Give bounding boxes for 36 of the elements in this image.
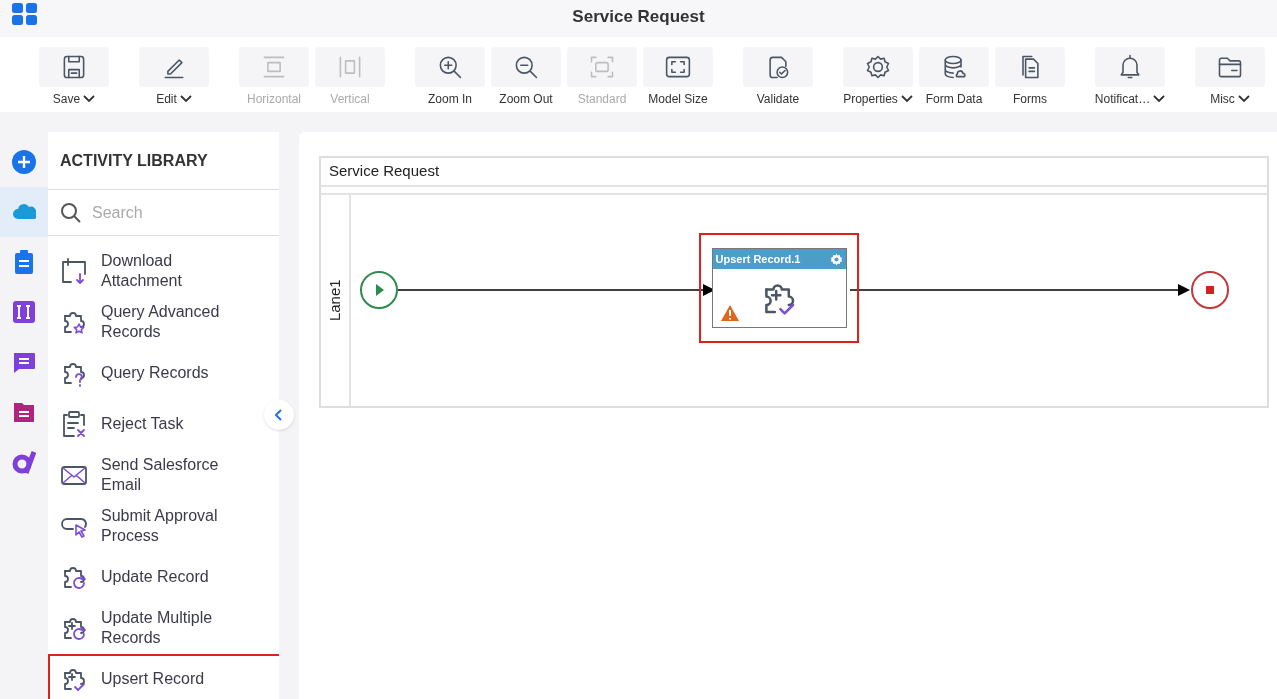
start-event: [360, 271, 398, 309]
window-title: Service Request: [572, 5, 705, 28]
chevron-down-icon: [1153, 95, 1166, 103]
pool-title: Service Request: [321, 158, 1267, 187]
activity-item[interactable]: Reject Task: [48, 398, 279, 450]
end-event: [1191, 271, 1229, 309]
activity-item[interactable]: Update Record: [48, 551, 279, 603]
chat-icon: [12, 350, 36, 374]
panel-title: ACTIVITY LIBRARY: [48, 132, 279, 191]
calendar-download-icon: [59, 256, 89, 287]
activity-item[interactable]: Download Attachment: [48, 245, 279, 297]
activity-item[interactable]: Upsert Record: [48, 653, 279, 699]
chevron-down-icon: [1237, 95, 1250, 103]
activity-item[interactable]: Query Records: [48, 347, 279, 399]
chevron-left-icon: [274, 408, 284, 422]
search-field[interactable]: Search: [92, 200, 242, 225]
lane-label: Lane1: [324, 279, 344, 322]
clipboard-icon: [12, 250, 36, 274]
activity-item[interactable]: Submit Approval Process: [48, 500, 279, 552]
folder-doc-icon: [12, 400, 36, 424]
brand-logo-icon: [12, 450, 36, 474]
chevron-down-icon: [83, 95, 96, 103]
gear-icon: [864, 53, 892, 81]
columns-icon: [12, 300, 36, 324]
chevron-down-icon: [179, 95, 192, 103]
sidebar-item[interactable]: [0, 187, 48, 237]
add-icon: [12, 150, 36, 174]
search-icon: [60, 201, 82, 224]
collapse-button[interactable]: [264, 400, 294, 430]
chevron-down-icon: [900, 95, 913, 103]
task-title: Upsert Record.1: [715, 251, 801, 267]
activity-item[interactable]: Send Salesforce Email: [48, 449, 279, 501]
apps-grid-icon[interactable]: [12, 3, 38, 25]
gear-icon[interactable]: [829, 252, 843, 266]
activity-item[interactable]: Query Advanced Records: [48, 296, 279, 348]
activity-item[interactable]: Update Multiple Records: [48, 602, 279, 654]
